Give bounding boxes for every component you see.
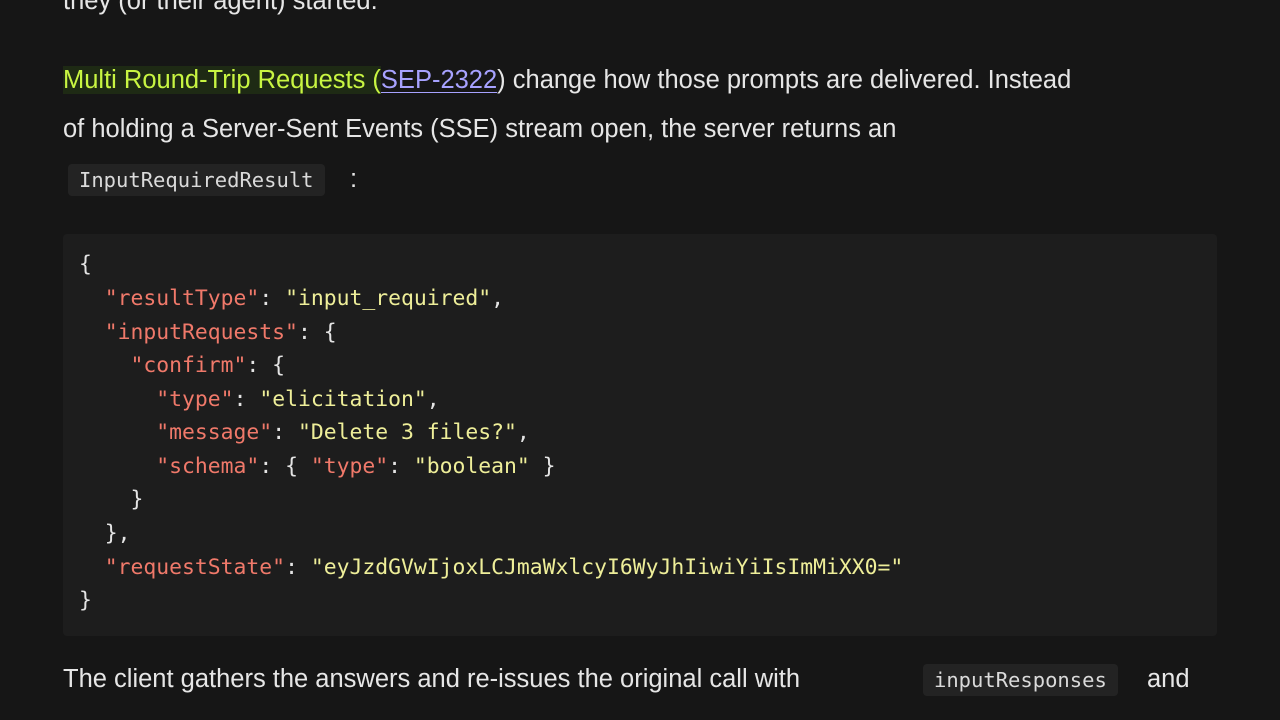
colon-text: : [350, 165, 358, 193]
json-code-block: { "resultType": "input_required", "input… [63, 234, 1217, 636]
code-line: "confirm": { [130, 353, 286, 378]
code-line: "schema": { "type": "boolean" } [156, 454, 556, 479]
paragraph-line-1: Multi Round-Trip Requests (SEP-2322) cha… [63, 64, 1071, 96]
inline-code-input-responses: inputResponses [923, 664, 1118, 696]
code-line: } [79, 487, 144, 512]
code-line: "type": "elicitation", [156, 387, 440, 412]
code-line: } [79, 588, 92, 613]
paragraph-2-line-1: The client gathers the answers and re-is… [63, 665, 801, 693]
paragraph-line-2: of holding a Server-Sent Events (SSE) st… [63, 115, 897, 143]
code-line: "message": "Delete 3 files?", [156, 420, 530, 445]
highlighted-text: Multi Round-Trip Requests ( [63, 66, 381, 94]
close-paren: ) [497, 66, 506, 94]
code-line: "resultType": "input_required", [104, 286, 505, 311]
partial-top-text: they (or their agent) started. [63, 0, 378, 15]
paragraph-text: change how those prompts are delivered. … [505, 66, 1072, 94]
code-line: { [79, 252, 92, 277]
code-line: "inputRequests": { [104, 320, 337, 345]
code-line: }, [79, 521, 131, 546]
code-line: "requestState": "eyJzdGVwIjoxLCJmaWxlcyI… [104, 555, 904, 580]
paragraph-2-and: and [1147, 665, 1190, 693]
sep-2322-link[interactable]: SEP-2322 [381, 66, 497, 94]
inline-code-input-required-result: InputRequiredResult [68, 164, 325, 196]
